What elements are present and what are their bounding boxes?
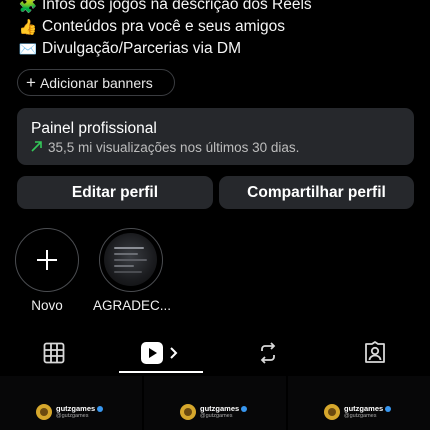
reel-thumbnail[interactable]: gutzgames @gutzgames [0, 376, 142, 430]
tab-reels[interactable] [107, 332, 214, 374]
plus-icon: + [26, 73, 36, 92]
bio-text: Conteúdos pra você e seus amigos [42, 18, 285, 35]
add-banners-label: Adicionar banners [39, 74, 153, 91]
reels-icon [140, 342, 177, 364]
professional-dashboard-stats: 35,5 mi visualizações nos últimos 30 dia… [31, 140, 299, 155]
gutzgames-logo [180, 404, 196, 420]
views-text: 35,5 mi visualizações nos últimos 30 dia… [48, 140, 300, 155]
account-name: gutzgames [344, 404, 384, 413]
professional-dashboard-card[interactable]: Painel profissional 35,5 mi visualizaçõe… [17, 108, 414, 165]
edit-profile-button[interactable]: Editar perfil [17, 176, 213, 209]
profile-tabs [0, 332, 430, 374]
verified-icon [385, 405, 392, 412]
tagged-icon [364, 341, 385, 363]
bio-line: 👍 Conteúdos pra você e seus amigos [18, 16, 418, 38]
highlight-cover [104, 233, 157, 286]
verified-icon [241, 405, 248, 412]
account-handle: @gutzgames [56, 413, 89, 419]
highlight-story[interactable] [99, 228, 163, 292]
verified-icon [97, 405, 104, 412]
trend-up-icon [31, 140, 42, 155]
account-name: gutzgames [200, 404, 240, 413]
tab-tagged[interactable] [321, 332, 428, 374]
tab-posts[interactable] [0, 332, 107, 374]
highlight-label: Novo [31, 298, 63, 313]
tab-reposts[interactable] [214, 332, 321, 374]
share-profile-button[interactable]: Compartilhar perfil [219, 176, 414, 209]
reel-thumbnail[interactable]: gutzgames @gutzgames [288, 376, 430, 430]
puzzle-icon: 🧩 [18, 0, 38, 14]
bio-line: ✉️ Divulgação/Parcerias via DM [18, 38, 418, 60]
account-handle: @gutzgames [200, 413, 233, 419]
watermark: gutzgames @gutzgames [36, 404, 104, 420]
add-banners-button[interactable]: + Adicionar banners [17, 69, 175, 96]
bio-section: 🧩 Infos dos jogos na descrição dos Reels… [18, 0, 418, 60]
new-highlight-button[interactable] [15, 228, 79, 292]
gutzgames-logo [36, 404, 52, 420]
gutzgames-logo [324, 404, 340, 420]
highlight-label: AGRADEC... [92, 298, 171, 313]
plus-icon [36, 243, 58, 277]
bio-text: Divulgação/Parcerias via DM [42, 40, 241, 57]
grid-icon [43, 342, 64, 364]
envelope-icon: ✉️ [18, 40, 38, 58]
professional-dashboard-title: Painel profissional [31, 120, 157, 137]
repost-icon [260, 342, 275, 364]
watermark: gutzgames @gutzgames [324, 404, 392, 420]
active-tab-indicator [119, 371, 203, 373]
account-handle: @gutzgames [344, 413, 377, 419]
watermark: gutzgames @gutzgames [180, 404, 248, 420]
reel-thumbnail[interactable]: gutzgames @gutzgames [144, 376, 286, 430]
bio-text: Infos dos jogos na descrição dos Reels [42, 0, 312, 13]
thumbs-up-icon: 👍 [18, 18, 38, 36]
account-name: gutzgames [56, 404, 96, 413]
bio-line: 🧩 Infos dos jogos na descrição dos Reels [18, 0, 418, 16]
reels-grid: gutzgames @gutzgames gutzgames @gutzgame… [0, 376, 430, 430]
